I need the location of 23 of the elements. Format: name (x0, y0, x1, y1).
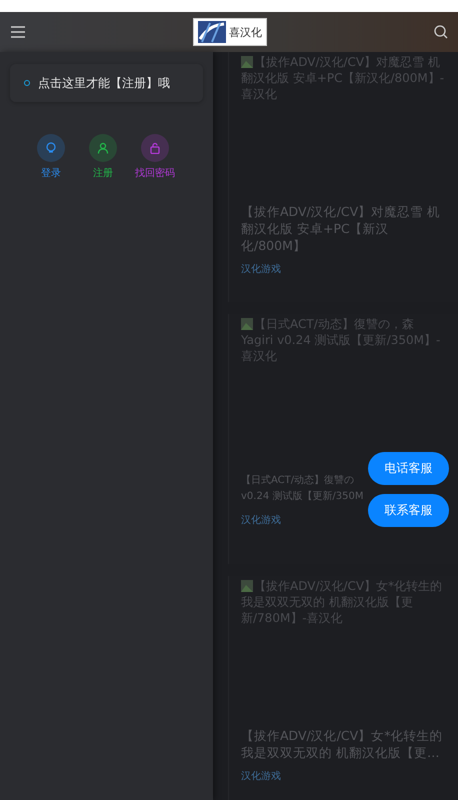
user-icon (97, 142, 109, 154)
category-tag[interactable]: 汉化游戏 (241, 769, 281, 783)
broken-image-icon (241, 580, 253, 592)
bulb-icon (45, 142, 57, 154)
support-button[interactable]: 电话客服 (368, 452, 449, 485)
support-button[interactable]: 联系客服 (368, 494, 449, 527)
broken-image-icon (241, 56, 253, 68)
notice-text[interactable]: 点击这里才能【注册】哦 (38, 74, 170, 92)
post-title[interactable]: 【拔作ADV/汉化/CV】对魔忍雪 机翻汉化版 安卓+PC【新汉化/800M】 (241, 203, 448, 254)
account-action-button[interactable]: 登录 (30, 134, 72, 180)
site-logo[interactable]: 喜汉化 (193, 18, 267, 46)
category-tag[interactable]: 汉化游戏 (241, 513, 281, 527)
post-title[interactable]: 【拔作ADV/汉化/CV】女*化转生的我是双双无双的 机翻汉化版【更… (241, 727, 448, 761)
post-title[interactable]: 【日式ACT/动态】復讐の v0.24 测试版【更新/350M (241, 473, 365, 505)
account-action-button[interactable]: 注册 (82, 134, 124, 180)
account-action-button[interactable]: 找回密码 (134, 134, 176, 180)
register-notice[interactable]: 点击这里才能【注册】哦 (10, 64, 203, 102)
lock-icon (149, 142, 161, 154)
broken-image-icon (241, 318, 253, 330)
logo-mark-icon (198, 21, 226, 43)
category-tag[interactable]: 汉化游戏 (241, 262, 281, 276)
search-icon[interactable] (434, 25, 448, 39)
menu-icon[interactable] (10, 25, 26, 39)
